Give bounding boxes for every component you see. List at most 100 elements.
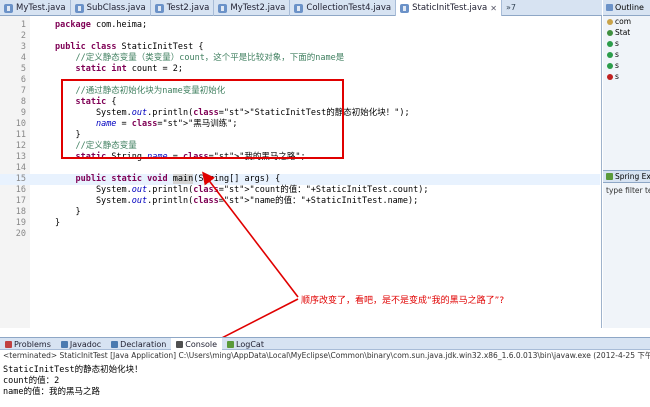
bottom-tab-label: Problems bbox=[14, 339, 51, 349]
bottom-tab[interactable]: Javadoc bbox=[56, 338, 106, 350]
tab-overflow-button[interactable]: »7 bbox=[502, 0, 520, 15]
code-line[interactable]: 20 bbox=[0, 229, 600, 240]
code-line[interactable]: 4 //定义静态变量（类变量）count，这个平是比较对象，下面的name是 bbox=[0, 53, 600, 64]
outline-item[interactable]: s bbox=[603, 71, 650, 82]
view-icon bbox=[111, 340, 119, 348]
console-line: StaticInitTest的静态初始化块！ bbox=[3, 365, 143, 375]
editor-tab[interactable]: CollectionTest4.java bbox=[290, 0, 397, 16]
view-icon bbox=[227, 340, 235, 348]
code-line[interactable]: 5 static int count = 2; bbox=[0, 64, 600, 75]
editor-tab[interactable]: Test2.java bbox=[151, 0, 215, 16]
code-line[interactable]: 17 System.out.println(class="st">"name的值… bbox=[0, 196, 600, 207]
outline-item[interactable]: com bbox=[603, 16, 650, 27]
bottom-tab-label: Javadoc bbox=[69, 339, 102, 349]
line-number: 2 bbox=[20, 31, 26, 41]
annotation-text: 顺序改变了，看吧，是不是变成“我的黑马之路了”? bbox=[301, 296, 505, 306]
line-number: 8 bbox=[20, 97, 26, 107]
outline-item-label: s bbox=[615, 50, 619, 59]
code-text: static int count = 2; bbox=[75, 64, 183, 74]
bottom-tab[interactable]: Declaration bbox=[106, 338, 171, 350]
editor-tab-label: MyTest2.java bbox=[230, 3, 286, 13]
java-file-icon bbox=[218, 3, 228, 13]
outline-tree: com Stat s s s s bbox=[603, 16, 650, 82]
editor-tab-label: CollectionTest4.java bbox=[306, 3, 392, 13]
view-icon bbox=[5, 340, 12, 348]
code-text: public class StaticInitTest { bbox=[55, 42, 204, 52]
bottom-tab[interactable]: Problems bbox=[0, 338, 56, 350]
spring-explorer-tab[interactable]: Spring Ex bbox=[603, 170, 650, 183]
code-editor[interactable]: 1 package com.heima; 2 3 public class Static… bbox=[0, 16, 602, 328]
editor-tab-label: Test2.java bbox=[166, 3, 210, 13]
member-icon bbox=[607, 62, 613, 69]
java-file-icon bbox=[4, 3, 13, 13]
console-header: <terminated> StaticInitTest [Java Applic… bbox=[0, 350, 650, 362]
code-line[interactable]: 16 System.out.println(class="st">"count的… bbox=[0, 185, 600, 196]
line-number: 4 bbox=[20, 53, 26, 63]
line-number: 18 bbox=[15, 207, 26, 217]
code-line[interactable]: 1 package com.heima; bbox=[0, 20, 600, 31]
code-text: public static void main(String[] args) { bbox=[75, 174, 281, 184]
editor-tab[interactable]: MyTest2.java bbox=[214, 0, 291, 16]
line-number: 20 bbox=[15, 229, 26, 239]
outline-item[interactable]: s bbox=[603, 60, 650, 71]
line-number: 3 bbox=[20, 42, 26, 52]
code-text: package com.heima; bbox=[55, 20, 148, 30]
outline-item-label: Stat bbox=[615, 28, 631, 37]
outline-item[interactable]: s bbox=[603, 49, 650, 60]
bottom-tab-bar: Problems Javadoc Declaration Console LogCat bbox=[0, 337, 650, 350]
view-icon bbox=[176, 340, 184, 348]
editor-tab-bar: MyTest.java SubClass.java Test2.java MyTest… bbox=[0, 0, 602, 16]
line-number: 9 bbox=[20, 108, 26, 118]
java-file-icon bbox=[154, 3, 164, 13]
bottom-tab[interactable]: LogCat bbox=[222, 338, 269, 350]
line-number: 5 bbox=[20, 64, 26, 74]
line-number: 7 bbox=[20, 86, 26, 96]
line-number: 11 bbox=[15, 130, 26, 140]
static-block-highlight bbox=[61, 79, 344, 159]
member-icon bbox=[607, 73, 613, 80]
member-icon bbox=[607, 51, 613, 58]
editor-tab[interactable]: MyTest.java bbox=[0, 0, 71, 16]
spring-icon bbox=[606, 173, 613, 180]
code-line[interactable]: 14 bbox=[0, 163, 600, 174]
code-line[interactable]: 15 public static void main(String[] args… bbox=[0, 174, 600, 185]
code-line[interactable]: 19} bbox=[0, 218, 600, 229]
line-number: 19 bbox=[15, 218, 26, 228]
bottom-tab-label: Console bbox=[185, 339, 218, 349]
outline-item[interactable]: Stat bbox=[603, 27, 650, 38]
code-line[interactable]: 3 public class StaticInitTest { bbox=[0, 42, 600, 53]
console-line: count的值：2 bbox=[3, 376, 60, 386]
code-text: } bbox=[55, 207, 81, 217]
member-icon bbox=[607, 29, 613, 36]
line-number: 16 bbox=[15, 185, 26, 195]
editor-tab[interactable]: StaticInitTest.java ✕ bbox=[396, 0, 502, 16]
editor-tab[interactable]: SubClass.java bbox=[71, 0, 151, 16]
outline-item-label: com bbox=[615, 17, 632, 26]
spring-tab-label: Spring Ex bbox=[615, 172, 650, 181]
member-icon bbox=[607, 18, 613, 25]
close-icon[interactable]: ✕ bbox=[490, 4, 497, 13]
editor-tab-label: StaticInitTest.java bbox=[412, 3, 488, 13]
line-number: 12 bbox=[15, 141, 26, 151]
filter-input[interactable]: type filter tex bbox=[606, 186, 650, 195]
outline-tab[interactable]: Outline bbox=[603, 0, 650, 16]
outline-item-label: s bbox=[615, 61, 619, 70]
line-number: 10 bbox=[15, 119, 26, 129]
outline-icon bbox=[606, 4, 613, 11]
java-file-icon bbox=[400, 3, 410, 13]
bottom-tabs: Problems Javadoc Declaration Console LogCat bbox=[0, 338, 269, 350]
code-text: } bbox=[55, 218, 61, 228]
line-number: 17 bbox=[15, 196, 26, 206]
code-line[interactable]: 18 } bbox=[0, 207, 600, 218]
code-line[interactable]: 2 bbox=[0, 31, 600, 42]
outline-item[interactable]: s bbox=[603, 38, 650, 49]
code-text: //定义静态变量（类变量）count，这个平是比较对象，下面的name是 bbox=[75, 53, 345, 63]
console-line: name的值：我的黑马之路 bbox=[3, 387, 100, 397]
line-number: 14 bbox=[15, 163, 26, 173]
outline-tab-label: Outline bbox=[615, 3, 644, 12]
outline-item-label: s bbox=[615, 39, 619, 48]
line-number: 13 bbox=[15, 152, 26, 162]
bottom-tab[interactable]: Console bbox=[171, 338, 223, 350]
view-icon bbox=[60, 340, 68, 348]
member-icon bbox=[607, 40, 613, 47]
